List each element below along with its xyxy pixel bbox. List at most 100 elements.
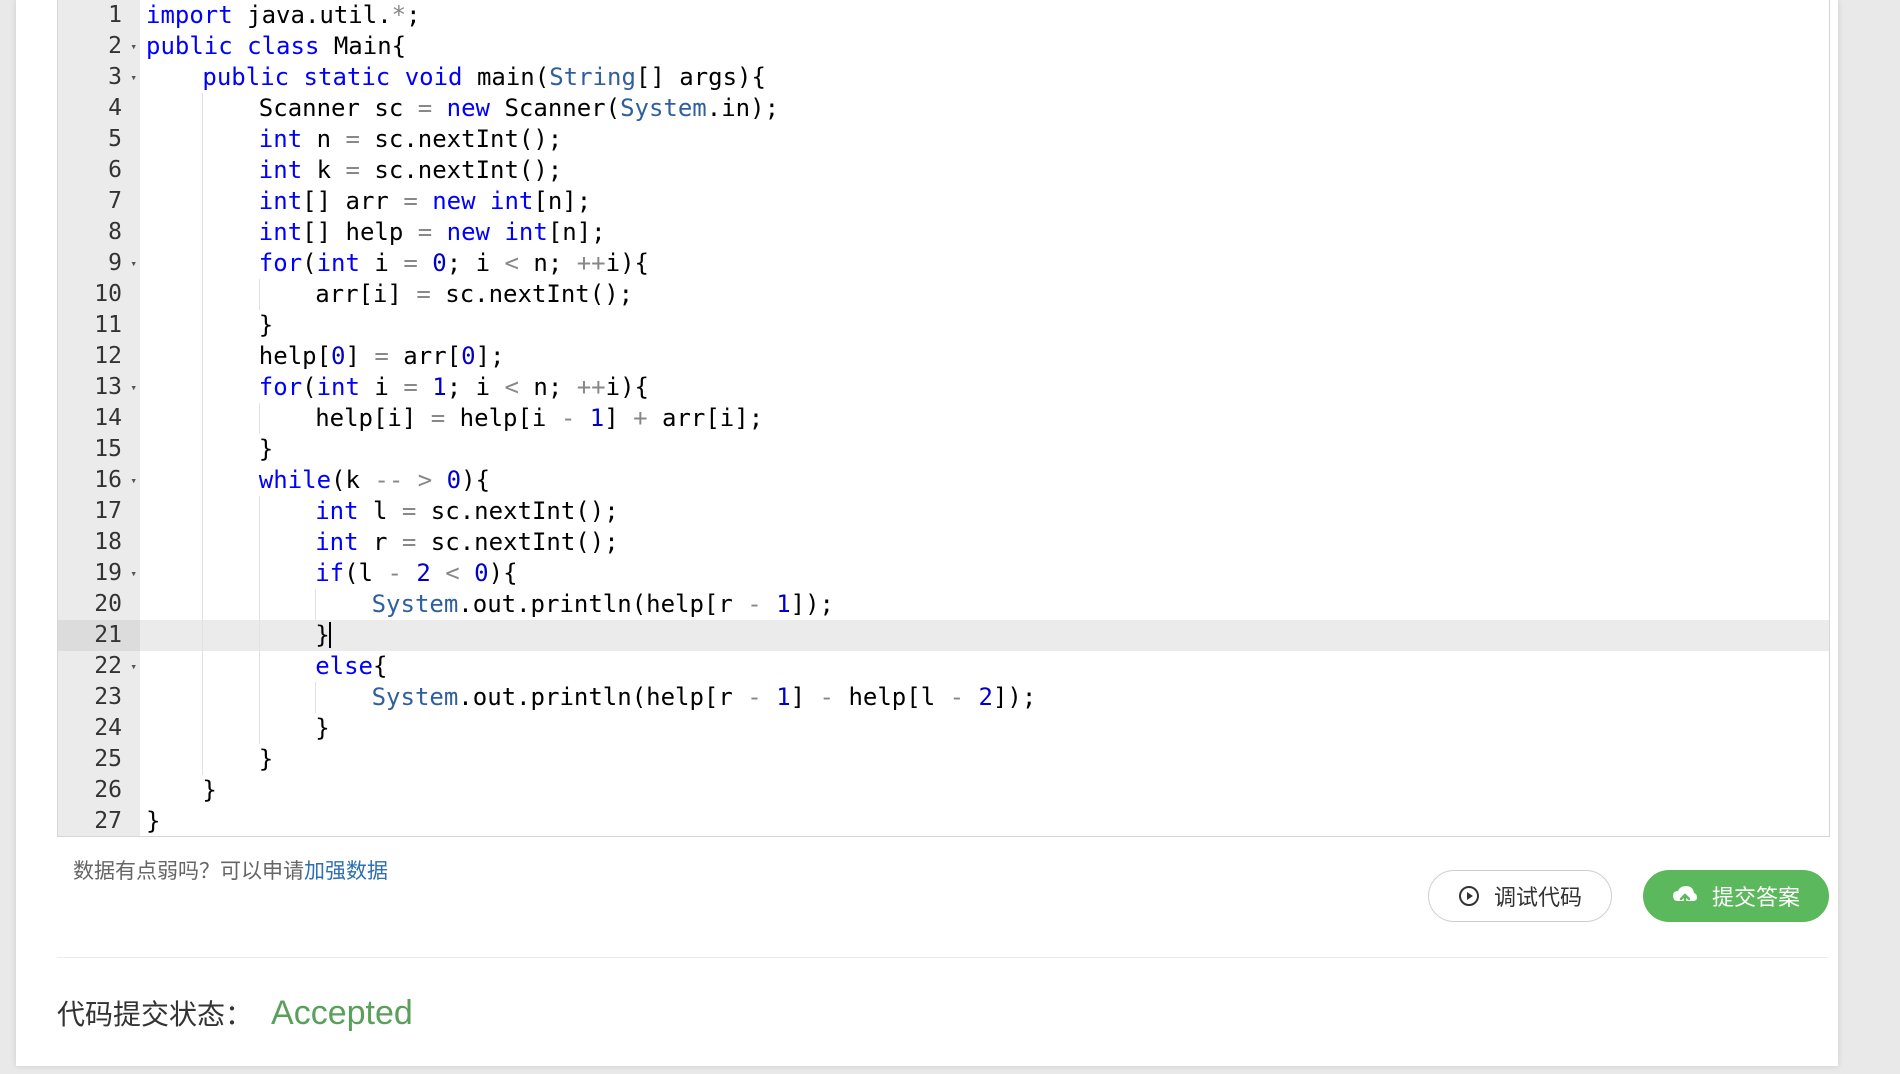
fold-arrow-icon[interactable]: ▾ bbox=[130, 62, 137, 93]
code-line[interactable]: 23 System.out.println(help[r - 1] - help[… bbox=[58, 682, 1829, 713]
code-token: * bbox=[391, 1, 407, 29]
line-number-text: 3 bbox=[108, 64, 122, 90]
line-number: 9 ▾ bbox=[58, 248, 140, 279]
code-token: sc.nextInt(); bbox=[359, 125, 563, 153]
line-number-text: 25 bbox=[94, 746, 122, 772]
line-number-text: 6 bbox=[108, 157, 122, 183]
problem-panel: 1 import java.util.*; 2 ▾ public class Main{… bbox=[16, 0, 1838, 1066]
code-line[interactable]: 24} bbox=[58, 713, 1829, 744]
code-text: public class Main{ bbox=[146, 31, 406, 62]
code-text: } bbox=[202, 775, 216, 806]
code-line[interactable]: 3 ▾ public static void main(String[] args)… bbox=[58, 62, 1829, 93]
code-token: void bbox=[404, 63, 463, 91]
code-line[interactable]: 17 int l = sc.nextInt(); bbox=[58, 496, 1829, 527]
code-token: ++ bbox=[576, 249, 606, 277]
fold-arrow-icon[interactable]: ▾ bbox=[130, 372, 137, 403]
code-line[interactable]: 5 int n = sc.nextInt(); bbox=[58, 124, 1829, 155]
code-text: } bbox=[259, 434, 273, 465]
code-token: } bbox=[202, 776, 217, 804]
line-number: 5 bbox=[58, 124, 140, 155]
code-line[interactable]: 8 int[] help = new int[n]; bbox=[58, 217, 1829, 248]
code-line[interactable]: 11} bbox=[58, 310, 1829, 341]
code-line[interactable]: 10 arr[i] = sc.nextInt(); bbox=[58, 279, 1829, 310]
line-number: 11 bbox=[58, 310, 140, 341]
code-token: static bbox=[303, 63, 391, 91]
code-text: int[] arr = new int[n]; bbox=[259, 186, 591, 217]
indent-guide bbox=[202, 217, 204, 248]
code-text: } bbox=[315, 713, 329, 744]
code-token: import bbox=[146, 1, 233, 29]
code-editor[interactable]: 1 import java.util.*; 2 ▾ public class Main{… bbox=[57, 0, 1830, 837]
code-line[interactable]: 1 import java.util.*; bbox=[58, 0, 1829, 31]
code-line[interactable]: 16 ▾ while(k -- > 0){ bbox=[58, 465, 1829, 496]
indent-guide bbox=[202, 682, 204, 713]
code-line[interactable]: 21} bbox=[58, 620, 1829, 651]
indent-guide bbox=[202, 465, 204, 496]
code-token: ( bbox=[302, 249, 317, 277]
line-number: 19 ▾ bbox=[58, 558, 140, 589]
code-token: i){ bbox=[605, 249, 649, 277]
fold-arrow-icon[interactable]: ▾ bbox=[130, 558, 137, 589]
code-token: 0 bbox=[432, 249, 447, 277]
code-text: int[] help = new int[n]; bbox=[259, 217, 606, 248]
code-line[interactable]: 19 ▾ if(l - 2 < 0){ bbox=[58, 558, 1829, 589]
code-line[interactable]: 13 ▾ for(int i = 1; i < n; ++i){ bbox=[58, 372, 1829, 403]
code-token: } bbox=[258, 435, 274, 463]
code-line[interactable]: 20 System.out.println(help[r - 1]); bbox=[58, 589, 1829, 620]
code-token: 1 bbox=[432, 373, 447, 401]
code-token: ] bbox=[345, 342, 375, 370]
code-token: 0 bbox=[461, 342, 476, 370]
code-token: [] arr bbox=[302, 187, 404, 215]
code-line[interactable]: 22 ▾ else{ bbox=[58, 651, 1829, 682]
fold-arrow-icon[interactable]: ▾ bbox=[130, 651, 137, 682]
code-line[interactable]: 2 ▾ public class Main{ bbox=[58, 31, 1829, 62]
code-line[interactable]: 15} bbox=[58, 434, 1829, 465]
submit-answer-button[interactable]: 提交答案 bbox=[1643, 870, 1829, 922]
code-token: System bbox=[620, 94, 707, 122]
code-token: 2 bbox=[416, 559, 431, 587]
code-token: int bbox=[258, 156, 303, 184]
line-number: 10 bbox=[58, 279, 140, 310]
debug-code-button[interactable]: 调试代码 bbox=[1428, 870, 1612, 922]
code-token: = bbox=[345, 156, 360, 184]
line-number-text: 15 bbox=[94, 436, 122, 462]
code-line[interactable]: 6 int k = sc.nextInt(); bbox=[58, 155, 1829, 186]
code-line[interactable]: 27} bbox=[58, 806, 1829, 836]
code-token: ){ bbox=[488, 559, 518, 587]
code-token: ]); bbox=[790, 590, 834, 618]
code-text: while(k -- > 0){ bbox=[259, 465, 490, 496]
fold-arrow-icon[interactable]: ▾ bbox=[130, 31, 137, 62]
indent-guide bbox=[202, 279, 204, 310]
line-number: 14 bbox=[58, 403, 140, 434]
code-token: arr[i] bbox=[315, 280, 417, 308]
code-token: class bbox=[247, 32, 320, 60]
code-token: 1 bbox=[776, 590, 791, 618]
code-line[interactable]: 7 int[] arr = new int[n]; bbox=[58, 186, 1829, 217]
indent-guide bbox=[202, 372, 204, 403]
code-token: (k bbox=[331, 466, 375, 494]
code-line[interactable]: 9 ▾ for(int i = 0; i < n; ++i){ bbox=[58, 248, 1829, 279]
code-line[interactable]: 14 help[i] = help[i - 1] + arr[i]; bbox=[58, 403, 1829, 434]
code-token: ]; bbox=[475, 342, 505, 370]
indent-guide bbox=[202, 744, 204, 775]
code-token: -- bbox=[374, 466, 404, 494]
strengthen-data-link[interactable]: 加强数据 bbox=[304, 860, 388, 883]
code-line[interactable]: 4 Scanner sc = new Scanner(System.in); bbox=[58, 93, 1829, 124]
indent-guide bbox=[315, 589, 317, 620]
code-line[interactable]: 12 help[0] = arr[0]; bbox=[58, 341, 1829, 372]
line-number: 1 bbox=[58, 0, 140, 31]
submission-status: 代码提交状态： Accepted bbox=[57, 993, 413, 1033]
fold-arrow-icon[interactable]: ▾ bbox=[130, 248, 137, 279]
fold-arrow-icon[interactable]: ▾ bbox=[130, 465, 137, 496]
code-token: new bbox=[446, 94, 491, 122]
code-line[interactable]: 18 int r = sc.nextInt(); bbox=[58, 527, 1829, 558]
line-number-text: 17 bbox=[94, 498, 122, 524]
code-line[interactable]: 26} bbox=[58, 775, 1829, 806]
line-number: 24 bbox=[58, 713, 140, 744]
line-number: 18 bbox=[58, 527, 140, 558]
code-line[interactable]: 25} bbox=[58, 744, 1829, 775]
code-token: - bbox=[949, 683, 965, 711]
